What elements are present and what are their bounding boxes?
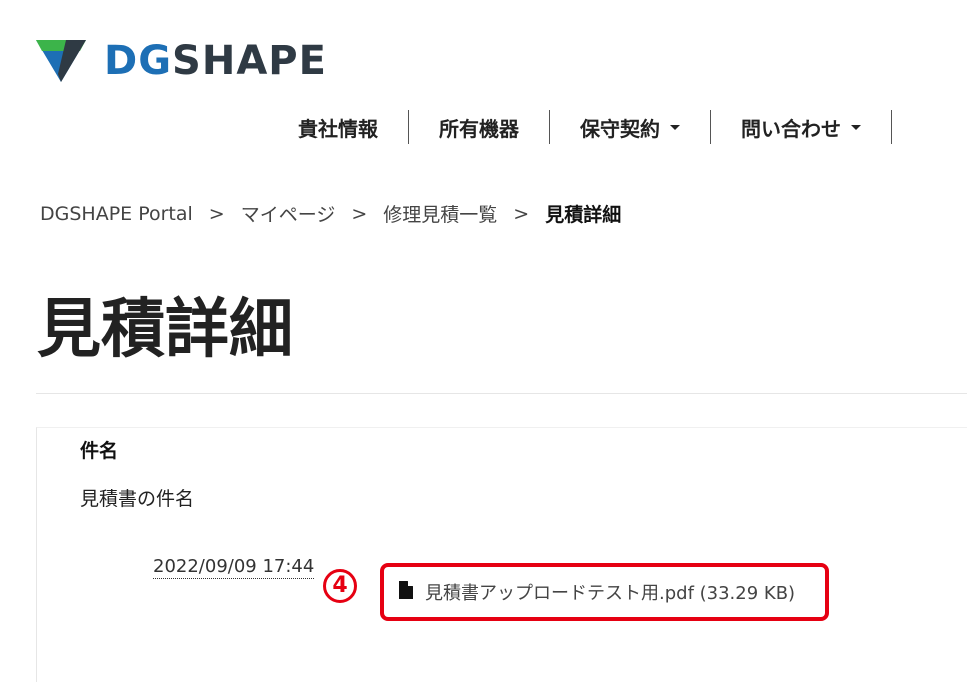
caret-down-icon bbox=[851, 124, 861, 130]
breadcrumb-separator: > bbox=[513, 202, 530, 225]
attachment-file-name: 見積書アップロードテスト用.pdf (33.29 KB) bbox=[425, 583, 796, 604]
breadcrumb-separator: > bbox=[351, 202, 368, 225]
breadcrumb-repair-estimates[interactable]: 修理見積一覧 bbox=[383, 200, 497, 227]
logo-dg-text: DG bbox=[104, 38, 173, 84]
logo-shape-text: SHAPE bbox=[172, 38, 327, 84]
nav-item-label: 貴社情報 bbox=[298, 116, 378, 141]
nav-item-label: 問い合わせ bbox=[741, 116, 841, 141]
title-divider bbox=[36, 393, 967, 394]
dgshape-logo[interactable]: DGSHAPE bbox=[36, 37, 327, 85]
nav-item-owned-devices[interactable]: 所有機器 bbox=[409, 110, 550, 144]
breadcrumb: DGSHAPE Portal > マイページ > 修理見積一覧 > 見積詳細 bbox=[40, 200, 621, 227]
page-title: 見積詳細 bbox=[37, 293, 293, 367]
breadcrumb-current: 見積詳細 bbox=[545, 204, 622, 226]
step-marker-badge: 4 bbox=[323, 569, 357, 603]
nav-item-inquiry[interactable]: 問い合わせ bbox=[711, 110, 892, 144]
breadcrumb-separator: > bbox=[208, 202, 225, 225]
breadcrumb-mypage[interactable]: マイページ bbox=[241, 200, 336, 227]
attachment-download-link[interactable]: 見積書アップロードテスト用.pdf (33.29 KB) bbox=[399, 579, 795, 605]
breadcrumb-portal[interactable]: DGSHAPE Portal bbox=[40, 203, 193, 225]
attachment-timestamp: 2022/09/09 17:44 bbox=[153, 556, 315, 579]
estimate-detail-panel: 件名 見積書の件名 2022/09/09 17:44 4 見積書アップロードテス… bbox=[36, 427, 967, 682]
nav-item-maintenance-contract[interactable]: 保守契約 bbox=[550, 110, 711, 144]
subject-label: 件名 bbox=[80, 440, 119, 462]
file-icon bbox=[399, 580, 414, 604]
main-nav: 貴社情報 所有機器 保守契約 問い合わせ bbox=[268, 110, 892, 144]
logo-wordmark: DGSHAPE bbox=[104, 37, 327, 85]
dgshape-logo-icon bbox=[36, 40, 86, 82]
page: DGSHAPE 貴社情報 所有機器 保守契約 問い合わせ DGSHAPE Por… bbox=[0, 0, 967, 682]
nav-item-label: 保守契約 bbox=[580, 116, 660, 141]
nav-item-company-info[interactable]: 貴社情報 bbox=[268, 110, 409, 144]
nav-item-label: 所有機器 bbox=[439, 116, 519, 141]
subject-value: 見積書の件名 bbox=[80, 488, 195, 510]
caret-down-icon bbox=[670, 124, 680, 130]
